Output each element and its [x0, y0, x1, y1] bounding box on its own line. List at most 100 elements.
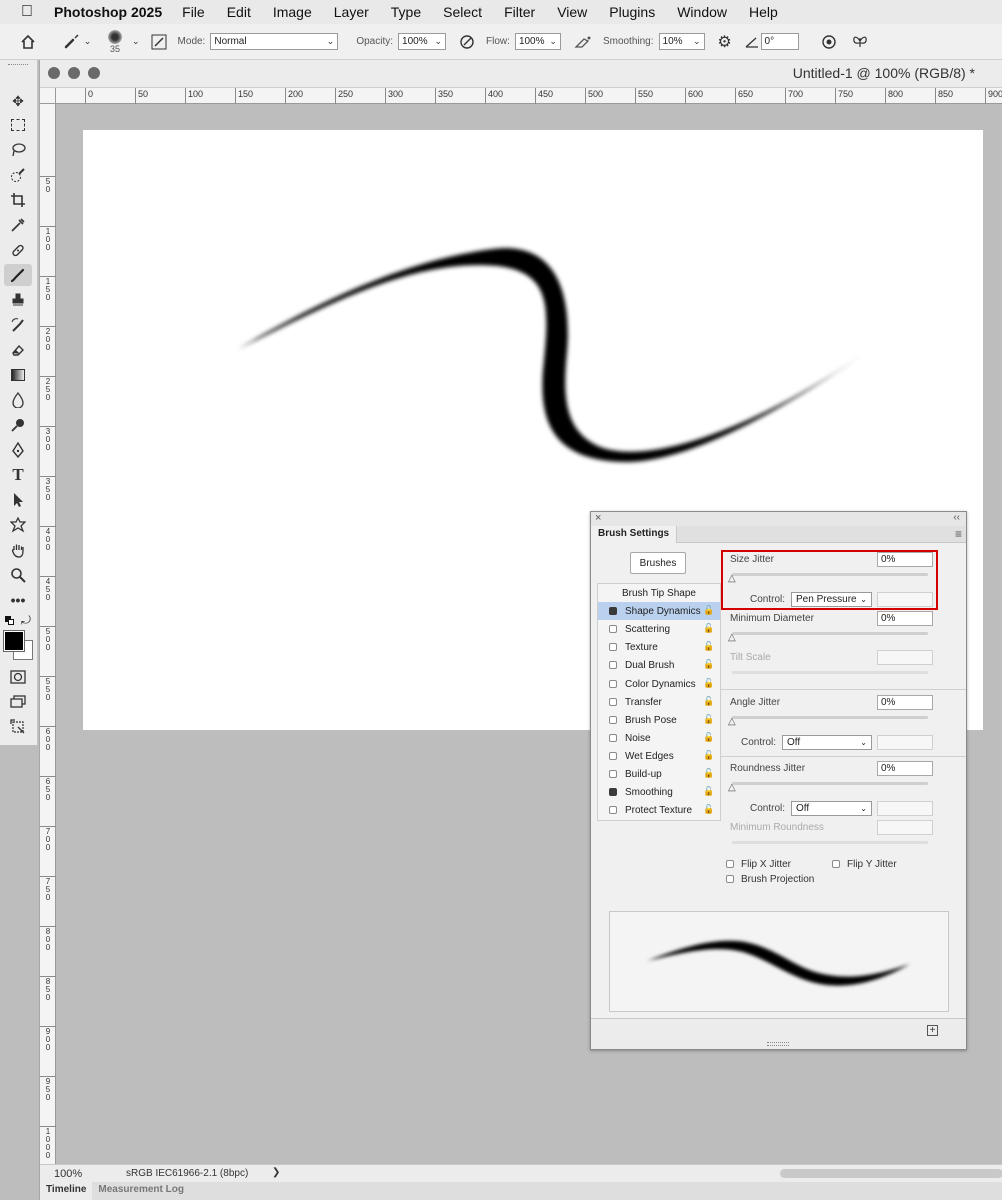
settings-item-build-up[interactable]: Build-up 🔓	[598, 765, 720, 783]
smoothing-checkbox[interactable]	[609, 788, 617, 797]
more-tools-icon[interactable]: •••	[4, 589, 32, 611]
close-panel-icon[interactable]: ×	[595, 512, 601, 524]
lock-icon[interactable]: 🔓	[703, 714, 714, 725]
mode-select[interactable]: Normal ⌄	[210, 33, 339, 50]
angle-control-select[interactable]: Off ⌄	[782, 735, 872, 750]
settings-item-smoothing[interactable]: Smoothing 🔓	[598, 783, 720, 801]
quick-mask-icon[interactable]	[4, 666, 32, 688]
artboard-frame-icon[interactable]	[4, 716, 32, 738]
crop-tool-icon[interactable]	[4, 189, 32, 211]
lock-icon[interactable]: 🔓	[703, 678, 714, 689]
eyedropper-tool-icon[interactable]	[4, 214, 32, 236]
panel-menu-icon[interactable]: ≡	[955, 527, 962, 541]
shape-dynamics-checkbox[interactable]	[609, 607, 617, 616]
dodge-tool-icon[interactable]	[4, 414, 32, 436]
pressure-opacity-icon[interactable]	[456, 30, 478, 54]
tab-timeline[interactable]: Timeline	[40, 1182, 93, 1200]
zoom-level-field[interactable]: 100%	[54, 1168, 82, 1180]
settings-item-wet-edges[interactable]: Wet Edges 🔓	[598, 747, 720, 765]
lock-icon[interactable]: 🔓	[703, 804, 714, 815]
flip-x-jitter-option[interactable]: Flip X Jitter	[726, 859, 791, 870]
horizontal-scrollbar-thumb[interactable]	[780, 1169, 1002, 1178]
size-jitter-field[interactable]: 0%	[877, 552, 933, 567]
tools-grip[interactable]	[8, 64, 28, 66]
panel-resize-grip[interactable]	[767, 1042, 789, 1046]
settings-item-texture[interactable]: Texture 🔓	[598, 638, 720, 656]
settings-item-protect-texture[interactable]: Protect Texture 🔓	[598, 801, 720, 819]
menu-image[interactable]: Image	[273, 4, 312, 20]
minimum-diameter-slider[interactable]	[732, 632, 928, 635]
toggle-brush-settings-icon[interactable]	[148, 30, 170, 54]
size-control-extra-field[interactable]	[877, 592, 933, 607]
create-new-brush-icon[interactable]: +	[927, 1025, 938, 1036]
dual-brush-checkbox[interactable]	[609, 661, 617, 670]
size-control-select[interactable]: Pen Pressure ⌄	[791, 592, 872, 607]
settings-item-shape-dynamics[interactable]: Shape Dynamics 🔓	[598, 602, 720, 621]
app-name[interactable]: Photoshop 2025	[54, 4, 162, 20]
lock-icon[interactable]: 🔓	[703, 605, 714, 616]
lock-icon[interactable]: 🔓	[703, 768, 714, 779]
menu-layer[interactable]: Layer	[334, 4, 369, 20]
protect-texture-checkbox[interactable]	[609, 806, 617, 815]
brush-pose-checkbox[interactable]	[609, 715, 617, 724]
menu-type[interactable]: Type	[391, 4, 421, 20]
opacity-field[interactable]: 100% ⌄	[398, 33, 447, 50]
blur-tool-icon[interactable]	[4, 389, 32, 411]
settings-item-color-dynamics[interactable]: Color Dynamics 🔓	[598, 675, 720, 693]
default-colors-icon[interactable]	[5, 616, 15, 626]
noise-checkbox[interactable]	[609, 733, 617, 742]
lasso-tool-icon[interactable]	[4, 139, 32, 161]
roundness-jitter-field[interactable]: 0%	[877, 761, 933, 776]
lock-icon[interactable]: 🔓	[703, 659, 714, 670]
brush-angle-field[interactable]: 0°	[760, 33, 799, 50]
brush-tool-preset-icon[interactable]: ⌄	[56, 30, 98, 54]
zoom-tool-icon[interactable]	[4, 564, 32, 586]
lock-icon[interactable]: 🔓	[703, 641, 714, 652]
minimize-window-button[interactable]	[68, 67, 80, 79]
hand-tool-icon[interactable]	[4, 539, 32, 561]
ruler-origin[interactable]	[40, 88, 56, 104]
path-selection-tool-icon[interactable]	[4, 489, 32, 511]
tab-brush-settings[interactable]: Brush Settings	[591, 526, 678, 543]
brush-projection-option[interactable]: Brush Projection	[726, 874, 814, 885]
lock-icon[interactable]: 🔓	[703, 696, 714, 707]
apple-logo-icon[interactable]: 	[0, 3, 54, 21]
object-selection-tool-icon[interactable]	[4, 164, 32, 186]
menu-view[interactable]: View	[557, 4, 587, 20]
menu-edit[interactable]: Edit	[227, 4, 251, 20]
status-expand-arrow-icon[interactable]: ❯	[272, 1167, 280, 1178]
angle-control-extra-field[interactable]	[877, 735, 933, 750]
color-dynamics-checkbox[interactable]	[609, 679, 617, 688]
flip-y-jitter-checkbox[interactable]	[832, 860, 840, 869]
menu-plugins[interactable]: Plugins	[609, 4, 655, 20]
lock-icon[interactable]: 🔓	[703, 623, 714, 634]
home-icon[interactable]	[0, 30, 56, 54]
eraser-tool-icon[interactable]	[4, 339, 32, 361]
gear-icon[interactable]: ⚙	[713, 30, 737, 54]
clone-stamp-tool-icon[interactable]	[4, 289, 32, 311]
lock-icon[interactable]: 🔓	[703, 750, 714, 761]
brush-projection-checkbox[interactable]	[726, 875, 734, 884]
settings-item-transfer[interactable]: Transfer 🔓	[598, 693, 720, 711]
type-tool-icon[interactable]: T	[4, 464, 32, 486]
settings-item-scattering[interactable]: Scattering 🔓	[598, 620, 720, 638]
transfer-checkbox[interactable]	[609, 697, 617, 706]
custom-shape-tool-icon[interactable]	[4, 514, 32, 536]
gradient-tool-icon[interactable]	[4, 364, 32, 386]
menu-filter[interactable]: Filter	[504, 4, 535, 20]
flow-field[interactable]: 100% ⌄	[514, 33, 561, 50]
menu-help[interactable]: Help	[749, 4, 778, 20]
pen-tool-icon[interactable]	[4, 439, 32, 461]
scattering-checkbox[interactable]	[609, 625, 617, 634]
pressure-size-icon[interactable]	[817, 30, 841, 54]
minimum-diameter-slider-thumb-icon[interactable]: △	[728, 633, 738, 643]
roundness-control-extra-field[interactable]	[877, 801, 933, 816]
settings-item-noise[interactable]: Noise 🔓	[598, 729, 720, 747]
settings-item-dual-brush[interactable]: Dual Brush 🔓	[598, 656, 720, 674]
angle-jitter-field[interactable]: 0%	[877, 695, 933, 710]
size-jitter-slider-thumb-icon[interactable]: △	[728, 574, 738, 584]
minimum-diameter-field[interactable]: 0%	[877, 611, 933, 626]
lock-icon[interactable]: 🔓	[703, 786, 714, 797]
color-profile-info[interactable]: sRGB IEC61966-2.1 (8bpc)	[126, 1168, 248, 1179]
roundness-jitter-slider[interactable]	[732, 782, 928, 785]
